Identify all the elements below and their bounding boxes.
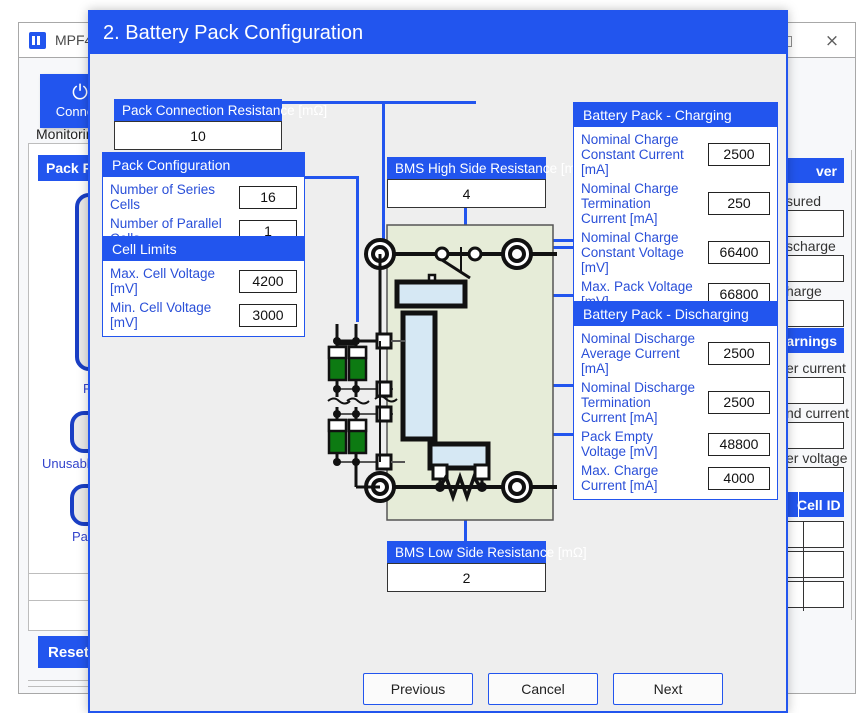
cancel-button[interactable]: Cancel xyxy=(488,673,598,705)
bg-label-discharge: scharge xyxy=(786,238,836,254)
bg-header-power: ver xyxy=(786,158,844,183)
bg-label-charge: harge xyxy=(786,283,822,299)
row-label: Nominal Charge Termination Current [mA] xyxy=(581,181,696,226)
bg-cell-col-divider xyxy=(803,521,804,611)
row-label: Nominal Charge Constant Current [mA] xyxy=(581,132,696,177)
battery-pack-discharging-group: Battery Pack - Discharging Nominal Disch… xyxy=(573,301,778,500)
readout-caption-2: Unusabl xyxy=(42,456,90,471)
pack-connection-resistance-box: Pack Connection Resistance [mΩ] 10 xyxy=(114,99,282,150)
series-cells-input[interactable]: 16 xyxy=(239,186,297,209)
close-icon: × xyxy=(825,33,839,50)
bg-label-2ndcurrent: nd current xyxy=(786,405,849,421)
charging-header: Battery Pack - Charging xyxy=(573,102,778,127)
pack-connection-resistance-label: Pack Connection Resistance [mΩ] xyxy=(114,99,282,121)
pack-connection-resistance-input[interactable]: 10 xyxy=(114,121,282,150)
max-cell-voltage-input[interactable]: 4200 xyxy=(239,270,297,293)
bms-high-side-input[interactable]: 4 xyxy=(387,179,546,208)
bg-right-divider xyxy=(851,150,852,620)
row-label: Max. Charge Current [mA] xyxy=(581,463,696,493)
row-label: Nominal Discharge Termination Current [m… xyxy=(581,380,696,425)
bms-high-side-label: BMS High Side Resistance [mΩ] xyxy=(387,157,546,179)
dialog-body: Pack Connection Resistance [mΩ] 10 Pack … xyxy=(90,54,786,670)
table-row: Number of Series Cells 16 xyxy=(110,182,297,212)
table-row: Nominal Charge Constant Current [mA] 250… xyxy=(581,132,770,177)
bg-input-1[interactable] xyxy=(784,210,844,237)
row-label: Pack Empty Voltage [mV] xyxy=(581,429,696,459)
dialog-title: 2. Battery Pack Configuration xyxy=(90,12,786,54)
table-row: Nominal Charge Termination Current [mA] … xyxy=(581,181,770,226)
nominal-discharge-termination-current-input[interactable]: 2500 xyxy=(708,391,770,414)
discharging-body: Nominal Discharge Average Current [mA] 2… xyxy=(573,326,778,500)
bg-cell-row-3[interactable] xyxy=(784,581,844,608)
table-row: Pack Empty Voltage [mV] 48800 xyxy=(581,429,770,459)
pack-empty-voltage-input[interactable]: 48800 xyxy=(708,433,770,456)
bg-input-3[interactable] xyxy=(784,300,844,327)
bg-label-pervoltage: er voltage xyxy=(786,450,847,466)
app-logo-icon xyxy=(29,32,46,49)
min-cell-voltage-input[interactable]: 3000 xyxy=(239,304,297,327)
battery-pack-configuration-dialog: 2. Battery Pack Configuration Pack Conne… xyxy=(88,10,788,713)
bms-low-side-label: BMS Low Side Resistance [mΩ] xyxy=(387,541,546,563)
bms-low-side-resistance-box: BMS Low Side Resistance [mΩ] 2 xyxy=(387,541,546,592)
bms-low-side-input[interactable]: 2 xyxy=(387,563,546,592)
nominal-charge-constant-voltage-input[interactable]: 66400 xyxy=(708,241,770,264)
close-button[interactable]: × xyxy=(809,23,855,59)
row-label: Max. Cell Voltage [mV] xyxy=(110,266,233,296)
bg-label-percurrent: er current xyxy=(786,360,846,376)
bg-input-5[interactable] xyxy=(784,422,844,449)
bms-high-side-resistance-box: BMS High Side Resistance [mΩ] 4 xyxy=(387,157,546,208)
row-label: Number of Series Cells xyxy=(110,182,233,212)
power-icon: ⏻ xyxy=(72,83,88,101)
row-label: Nominal Charge Constant Voltage [mV] xyxy=(581,230,696,275)
pack-configuration-header: Pack Configuration xyxy=(102,152,305,177)
bg-input-2[interactable] xyxy=(784,255,844,282)
table-row: Max. Charge Current [mA] 4000 xyxy=(581,463,770,493)
bg-header-learnings: earnings xyxy=(786,328,844,353)
battery-pack-schematic xyxy=(325,219,565,529)
dialog-footer: Previous Cancel Next xyxy=(90,666,786,711)
bg-label-measured: sured xyxy=(786,193,821,209)
cell-limits-body: Max. Cell Voltage [mV] 4200 Min. Cell Vo… xyxy=(102,261,305,337)
discharging-header: Battery Pack - Discharging xyxy=(573,301,778,326)
row-label: Min. Cell Voltage [mV] xyxy=(110,300,233,330)
nominal-discharge-average-current-input[interactable]: 2500 xyxy=(708,342,770,365)
table-row: Min. Cell Voltage [mV] 3000 xyxy=(110,300,297,330)
bg-header-cellid: Cell ID xyxy=(786,492,844,517)
cell-limits-header: Cell Limits xyxy=(102,236,305,261)
bg-cell-row-1[interactable] xyxy=(784,521,844,548)
bg-cell-row-2[interactable] xyxy=(784,551,844,578)
bg-input-6[interactable] xyxy=(784,467,844,494)
table-row: Nominal Charge Constant Voltage [mV] 664… xyxy=(581,230,770,275)
bg-input-4[interactable] xyxy=(784,377,844,404)
screen: MPF4279 × ⏻ Connect Monitoring Pack Re 0… xyxy=(0,0,867,713)
table-row: Nominal Discharge Termination Current [m… xyxy=(581,380,770,425)
table-row: Nominal Discharge Average Current [mA] 2… xyxy=(581,331,770,376)
table-row: Max. Cell Voltage [mV] 4200 xyxy=(110,266,297,296)
row-label: Nominal Discharge Average Current [mA] xyxy=(581,331,696,376)
previous-button[interactable]: Previous xyxy=(363,673,473,705)
cell-limits-group: Cell Limits Max. Cell Voltage [mV] 4200 … xyxy=(102,236,305,337)
bg-cellid-divider xyxy=(798,492,799,517)
max-charge-current-input[interactable]: 4000 xyxy=(708,467,770,490)
nominal-charge-constant-current-input[interactable]: 2500 xyxy=(708,143,770,166)
next-button[interactable]: Next xyxy=(613,673,723,705)
nominal-charge-termination-current-input[interactable]: 250 xyxy=(708,192,770,215)
